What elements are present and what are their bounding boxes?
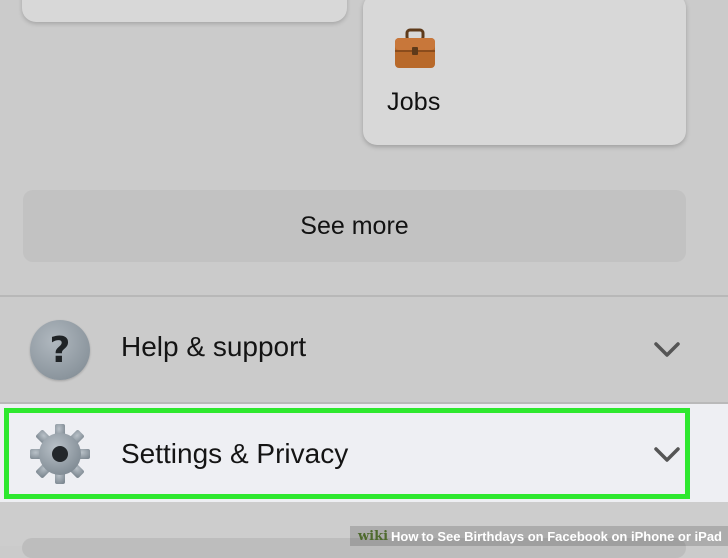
menu-item-settings-privacy[interactable]: Settings & Privacy [0, 404, 728, 502]
menu-label-help-support: Help & support [121, 331, 307, 362]
chevron-down-icon[interactable] [654, 447, 680, 463]
menu-item-help-support[interactable]: ? Help & support [0, 298, 728, 402]
watermark: wiki How to See Birthdays on Facebook on… [349, 526, 728, 546]
menu-label-settings-privacy: Settings & Privacy [121, 438, 349, 469]
shortcut-card-top-left[interactable] [22, 0, 347, 22]
watermark-brand: wiki [357, 528, 389, 544]
watermark-title: to See Birthdays on Facebook on iPhone o… [421, 528, 723, 544]
shortcut-card-jobs[interactable]: Jobs [363, 0, 686, 145]
watermark-how: How [391, 528, 419, 544]
see-more-button[interactable]: See more [23, 190, 686, 262]
gear-icon [30, 424, 90, 484]
section-divider [0, 295, 728, 297]
chevron-down-icon[interactable] [654, 342, 680, 358]
shortcut-label-jobs: Jobs [387, 88, 441, 116]
briefcase-icon [395, 28, 435, 68]
see-more-label: See more [300, 211, 409, 240]
question-icon: ? [30, 320, 90, 380]
